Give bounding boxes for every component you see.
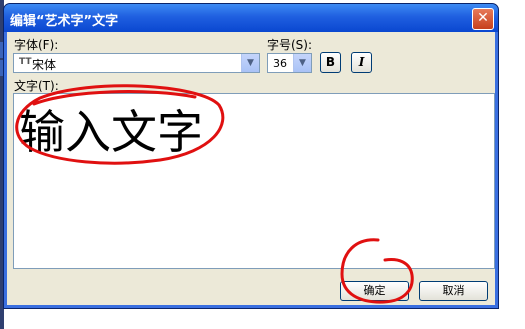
text-content: 输入文字 <box>19 105 203 159</box>
dialog-title: 编辑“艺术字”文字 <box>10 14 119 29</box>
edit-wordart-dialog: 编辑“艺术字”文字 ✕ 字体(F): TT 宋体 ▼ 字号(S): 36 ▼ B… <box>3 3 499 309</box>
close-button[interactable]: ✕ <box>472 8 494 30</box>
truetype-icon: TT <box>19 57 32 67</box>
size-label: 字号(S): <box>267 38 313 52</box>
text-input[interactable]: 输入文字 <box>13 93 495 269</box>
size-value: 36 <box>273 57 287 70</box>
title-bar[interactable]: 编辑“艺术字”文字 ✕ <box>4 4 498 32</box>
size-select[interactable]: 36 ▼ <box>267 53 312 73</box>
font-select[interactable]: TT 宋体 ▼ <box>13 53 260 73</box>
cancel-button[interactable]: 取消 <box>419 281 488 301</box>
italic-button[interactable]: I <box>351 52 372 73</box>
chevron-down-icon[interactable]: ▼ <box>241 54 259 72</box>
font-value: 宋体 <box>32 58 57 72</box>
chevron-down-icon[interactable]: ▼ <box>293 54 311 72</box>
text-label: 文字(T): <box>14 79 59 93</box>
bold-button[interactable]: B <box>320 52 341 73</box>
close-icon: ✕ <box>477 10 489 26</box>
dialog-body: 字体(F): TT 宋体 ▼ 字号(S): 36 ▼ B I 文字(T): 输入… <box>7 32 495 305</box>
font-label: 字体(F): <box>14 38 59 52</box>
ok-button[interactable]: 确定 <box>340 281 409 301</box>
